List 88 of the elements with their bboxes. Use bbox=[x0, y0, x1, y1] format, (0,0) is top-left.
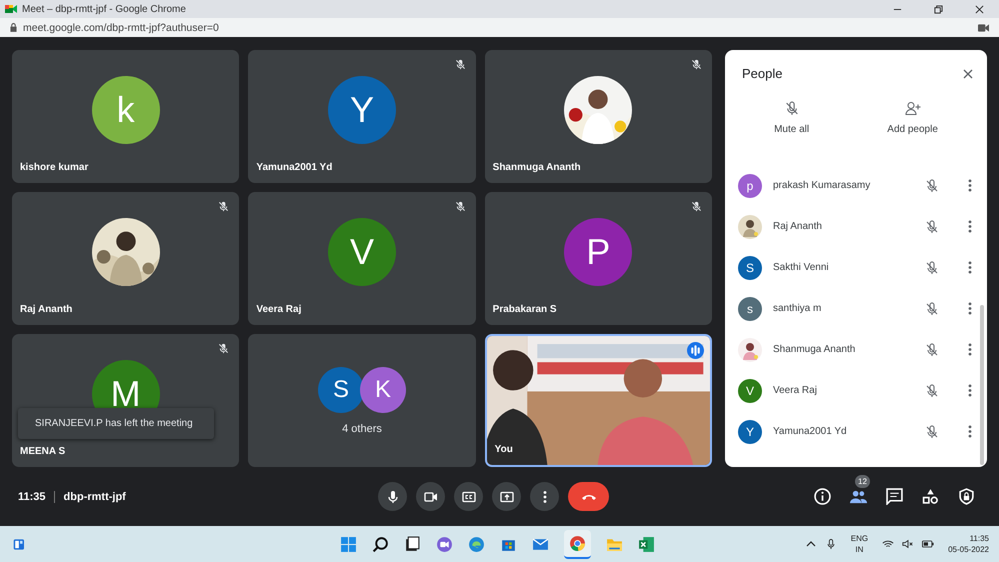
microphone-off-icon[interactable] bbox=[925, 342, 939, 356]
avatar: s bbox=[738, 296, 762, 320]
add-person-icon bbox=[904, 101, 921, 116]
video-camera-icon bbox=[424, 490, 438, 504]
task-view-icon[interactable] bbox=[404, 536, 421, 552]
panel-title: People bbox=[742, 66, 784, 81]
more-options-icon[interactable] bbox=[968, 302, 972, 315]
shield-lock-icon[interactable] bbox=[958, 488, 975, 505]
avatar: S bbox=[318, 366, 364, 412]
language-indicator[interactable]: ENG IN bbox=[850, 533, 868, 555]
chrome-icon bbox=[568, 534, 586, 552]
close-icon[interactable] bbox=[975, 4, 984, 14]
participant-name: You bbox=[494, 444, 513, 455]
avatar: P bbox=[564, 218, 632, 286]
notification-toast: SIRANJEEVI.P has left the meeting bbox=[18, 408, 214, 439]
more-options-button[interactable] bbox=[530, 482, 559, 511]
meeting-code: dbp-rmtt-jpf bbox=[62, 490, 126, 502]
avatar: V bbox=[328, 218, 396, 286]
meeting-time: 11:35 bbox=[18, 490, 55, 502]
microphone-off-icon[interactable] bbox=[925, 178, 939, 192]
participant-name: Raj Ananth bbox=[773, 221, 823, 232]
battery-icon[interactable] bbox=[922, 539, 934, 549]
participant-name: Yamuna2001 Yd bbox=[256, 162, 332, 173]
url-text: meet.google.com/dbp-rmtt-jpf?authuser=0 bbox=[23, 22, 219, 34]
avatar: V bbox=[738, 378, 762, 402]
camera-logo-icon bbox=[5, 4, 17, 14]
others-count: 4 others bbox=[342, 422, 382, 434]
clock[interactable]: 11:35 05-05-2022 bbox=[948, 533, 989, 555]
microphone-icon bbox=[386, 490, 400, 504]
participant-name: prakash Kumarasamy bbox=[773, 180, 872, 191]
start-icon[interactable] bbox=[340, 536, 357, 552]
avatar: Y bbox=[738, 420, 762, 444]
participant-name: Shanmuga Ananth bbox=[492, 162, 581, 173]
present-screen-icon bbox=[500, 490, 514, 504]
captions-icon bbox=[462, 490, 476, 504]
participant-name: kishore kumar bbox=[20, 162, 88, 173]
info-icon[interactable] bbox=[814, 488, 831, 505]
avatar: S bbox=[738, 256, 762, 280]
microphone-off-icon[interactable] bbox=[925, 424, 939, 438]
microphone-button[interactable] bbox=[378, 482, 407, 511]
microphone-off-icon bbox=[784, 101, 800, 116]
more-options-icon[interactable] bbox=[968, 343, 972, 356]
participant-name: MEENA S bbox=[20, 446, 66, 457]
wifi-icon[interactable] bbox=[882, 539, 894, 549]
participant-name: Yamuna2001 Yd bbox=[773, 426, 848, 437]
more-options-icon[interactable] bbox=[968, 220, 972, 233]
mute-all-button[interactable]: Mute all bbox=[774, 101, 810, 135]
window-title: Meet – dbp-rmtt-jpf - Google Chrome bbox=[22, 4, 186, 14]
microphone-off-icon[interactable] bbox=[925, 302, 939, 316]
avatar: K bbox=[360, 366, 406, 412]
close-icon[interactable] bbox=[963, 68, 973, 78]
browser-icon[interactable] bbox=[468, 536, 485, 552]
participant-name: Prabakaran S bbox=[492, 304, 557, 315]
spreadsheet-icon[interactable] bbox=[638, 536, 655, 552]
participant-name: Veera Raj bbox=[773, 385, 818, 396]
video-camera-icon[interactable] bbox=[978, 24, 989, 32]
chrome-taskbar-button[interactable] bbox=[564, 530, 591, 558]
more-options-icon[interactable] bbox=[968, 384, 972, 397]
microphone-icon[interactable] bbox=[824, 539, 837, 549]
add-people-button[interactable]: Add people bbox=[887, 101, 938, 135]
microphone-off-icon[interactable] bbox=[925, 220, 939, 234]
avatar: p bbox=[738, 174, 762, 198]
restore-icon[interactable] bbox=[934, 4, 943, 14]
activities-icon[interactable] bbox=[922, 488, 939, 505]
participant-name: Veera Raj bbox=[256, 304, 302, 315]
participant-name: santhiya m bbox=[773, 303, 822, 314]
more-options-icon[interactable] bbox=[968, 261, 972, 274]
captions-button[interactable] bbox=[454, 482, 483, 511]
present-screen-button[interactable] bbox=[492, 482, 521, 511]
leave-call-button[interactable] bbox=[568, 482, 609, 511]
more-options-icon[interactable] bbox=[968, 425, 972, 438]
chevron-up-icon[interactable] bbox=[804, 539, 817, 549]
volume-muted-icon[interactable] bbox=[902, 539, 914, 549]
people-icon[interactable] bbox=[850, 488, 867, 505]
microphone-off-icon[interactable] bbox=[925, 260, 939, 274]
avatar: k bbox=[92, 76, 160, 144]
participant-name: Raj Ananth bbox=[20, 304, 72, 315]
lock-icon bbox=[10, 23, 17, 32]
more-options-icon[interactable] bbox=[968, 179, 972, 192]
chat-icon[interactable] bbox=[886, 488, 903, 505]
participant-name: Shanmuga Ananth bbox=[773, 344, 856, 355]
avatar: Y bbox=[328, 76, 396, 144]
search-icon[interactable] bbox=[372, 536, 389, 552]
address-bar[interactable]: meet.google.com/dbp-rmtt-jpf?authuser=0 bbox=[0, 18, 999, 37]
microphone-off-icon[interactable] bbox=[925, 384, 939, 398]
participant-count-badge: 12 bbox=[855, 475, 870, 488]
participant-name: Sakthi Venni bbox=[773, 262, 830, 273]
camera-button[interactable] bbox=[416, 482, 445, 511]
